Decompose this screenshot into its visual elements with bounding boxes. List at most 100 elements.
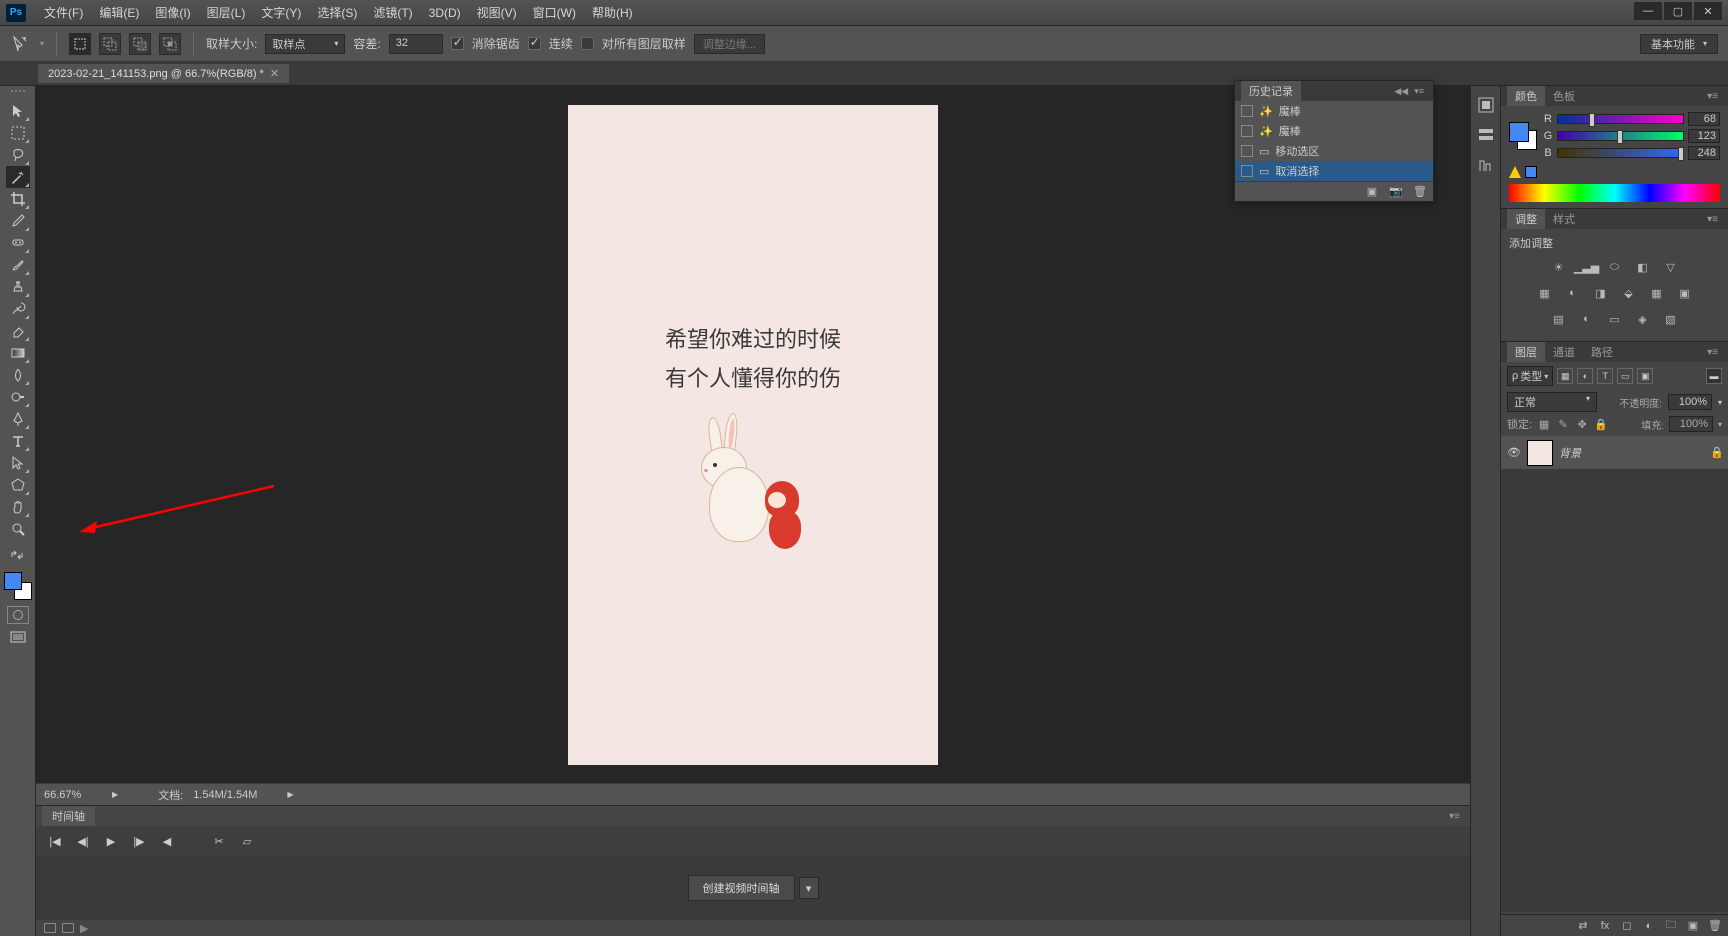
layer-thumbnail[interactable]	[1527, 440, 1553, 466]
invert-icon[interactable]: ▣	[1675, 283, 1695, 303]
exposure-icon[interactable]: ◧	[1633, 257, 1653, 277]
b-slider[interactable]	[1557, 148, 1684, 158]
menu-window[interactable]: 窗口(W)	[525, 4, 584, 21]
new-snapshot-button[interactable]: 📷	[1389, 185, 1403, 199]
contiguous-checkbox[interactable]	[528, 37, 541, 50]
b-value[interactable]: 248	[1688, 146, 1720, 160]
panel-menu-icon[interactable]: ▾≡	[1703, 347, 1722, 358]
panel-menu-icon[interactable]: ▾≡	[1703, 214, 1722, 225]
quick-mask-button[interactable]	[7, 606, 29, 624]
swap-colors-icon[interactable]	[6, 544, 30, 566]
filter-type-icon[interactable]: T	[1597, 368, 1613, 384]
lock-all-icon[interactable]: 🔒	[1594, 417, 1608, 431]
delete-layer-button[interactable]: 🗑	[1708, 919, 1722, 933]
visibility-icon[interactable]: 👁	[1507, 446, 1521, 459]
path-selection-tool[interactable]	[6, 452, 30, 474]
layer-name[interactable]: 背景	[1559, 445, 1704, 461]
history-brush-tool[interactable]	[6, 298, 30, 320]
history-tab[interactable]: 历史记录	[1241, 81, 1301, 101]
timeline-prev-frame-button[interactable]: ◀|	[74, 832, 92, 850]
antialias-checkbox[interactable]	[451, 37, 464, 50]
lock-position-icon[interactable]: ✥	[1575, 417, 1589, 431]
selection-add-button[interactable]	[99, 33, 121, 55]
panel-menu-icon[interactable]: ▾≡	[1703, 91, 1722, 102]
layer-style-button[interactable]: fx	[1598, 919, 1612, 933]
fill-input[interactable]: 100%	[1669, 416, 1713, 432]
hand-tool[interactable]	[6, 496, 30, 518]
timeline-play-button[interactable]: ▶	[102, 832, 120, 850]
styles-tab[interactable]: 样式	[1545, 209, 1583, 229]
document-tab[interactable]: 2023-02-21_141153.png @ 66.7%(RGB/8) * ✕	[38, 64, 289, 83]
opacity-input[interactable]: 100%	[1668, 394, 1712, 410]
gradient-tool[interactable]	[6, 342, 30, 364]
menu-view[interactable]: 视图(V)	[469, 4, 525, 21]
eraser-tool[interactable]	[6, 320, 30, 342]
timeline-footer-icon-2[interactable]	[62, 923, 74, 933]
timeline-transition-button[interactable]: ▱	[238, 832, 256, 850]
layer-filter-select[interactable]: ρ 类型 ▾	[1507, 366, 1553, 386]
g-value[interactable]: 123	[1688, 129, 1720, 143]
threshold-icon[interactable]: ◐	[1577, 309, 1597, 329]
status-menu-icon[interactable]: ▶	[287, 790, 293, 799]
zoom-level[interactable]: 66.67%	[44, 789, 102, 801]
dodge-tool[interactable]	[6, 386, 30, 408]
timeline-footer-icon[interactable]	[44, 923, 56, 933]
gradient-map-icon[interactable]: ▭	[1605, 309, 1625, 329]
menu-layer[interactable]: 图层(L)	[199, 4, 254, 21]
magic-wand-tool[interactable]	[6, 166, 30, 188]
timeline-last-frame-button[interactable]: ◀	[158, 832, 176, 850]
panel-menu-icon[interactable]: ▾≡	[1445, 811, 1464, 822]
zoom-tool[interactable]	[6, 518, 30, 540]
delete-state-button[interactable]: 🗑	[1413, 185, 1427, 199]
swatches-tab[interactable]: 色板	[1545, 86, 1583, 106]
timeline-first-frame-button[interactable]: |◀	[46, 832, 64, 850]
color-panel-swatches[interactable]	[1509, 122, 1537, 150]
filter-toggle[interactable]: ▬	[1706, 368, 1722, 384]
all-layers-checkbox[interactable]	[581, 37, 594, 50]
curves-icon[interactable]: ⬭	[1605, 257, 1625, 277]
selection-subtract-button[interactable]	[129, 33, 151, 55]
sample-size-select[interactable]: 取样点▾	[265, 34, 345, 54]
toolbox-grip[interactable]	[3, 90, 33, 98]
tolerance-input[interactable]: 32	[389, 34, 443, 54]
collapse-icon[interactable]: ◀◀	[1391, 86, 1411, 97]
gamut-color-swatch[interactable]	[1525, 166, 1537, 178]
history-item[interactable]: ▭移动选区	[1235, 141, 1433, 161]
posterize-icon[interactable]: ▤	[1549, 309, 1569, 329]
layer-mask-button[interactable]: ◻	[1620, 919, 1634, 933]
selective-color-icon[interactable]: ◈	[1633, 309, 1653, 329]
new-document-from-state-button[interactable]: ▣	[1365, 185, 1379, 199]
paths-tab[interactable]: 路径	[1583, 342, 1621, 362]
adjustment-layer-button[interactable]: ◐	[1642, 919, 1656, 933]
screen-mode-button[interactable]	[7, 628, 29, 646]
menu-help[interactable]: 帮助(H)	[584, 4, 641, 21]
menu-file[interactable]: 文件(F)	[36, 4, 91, 21]
layer-item[interactable]: 👁 背景 🔒	[1501, 436, 1728, 470]
filter-smart-icon[interactable]: ▣	[1637, 368, 1653, 384]
collapsed-panel-icon-2[interactable]	[1475, 124, 1497, 146]
levels-icon[interactable]: ▁▃▅	[1577, 257, 1597, 277]
filter-pixel-icon[interactable]: ▦	[1557, 368, 1573, 384]
pen-tool[interactable]	[6, 408, 30, 430]
tool-preset-icon[interactable]	[10, 33, 32, 55]
window-close-button[interactable]: ✕	[1694, 2, 1722, 20]
layers-tab[interactable]: 图层	[1507, 342, 1545, 362]
eyedropper-tool[interactable]	[6, 210, 30, 232]
close-icon[interactable]: ✕	[270, 67, 279, 80]
menu-3d[interactable]: 3D(D)	[421, 6, 469, 20]
history-item[interactable]: ▭取消选择	[1235, 161, 1433, 181]
more-icon[interactable]: ▧	[1661, 309, 1681, 329]
marquee-tool[interactable]	[6, 122, 30, 144]
vibrance-icon[interactable]: ▽	[1661, 257, 1681, 277]
blur-tool[interactable]	[6, 364, 30, 386]
lasso-tool[interactable]	[6, 144, 30, 166]
photo-filter-icon[interactable]: ◨	[1591, 283, 1611, 303]
timeline-tab[interactable]: 时间轴	[42, 806, 95, 826]
channels-tab[interactable]: 通道	[1545, 342, 1583, 362]
blend-mode-select[interactable]: 正常 ▾	[1507, 392, 1597, 412]
menu-type[interactable]: 文字(Y)	[253, 4, 309, 21]
filter-shape-icon[interactable]: ▭	[1617, 368, 1633, 384]
selection-new-button[interactable]	[69, 33, 91, 55]
brightness-icon[interactable]: ☀	[1549, 257, 1569, 277]
shape-tool[interactable]	[6, 474, 30, 496]
